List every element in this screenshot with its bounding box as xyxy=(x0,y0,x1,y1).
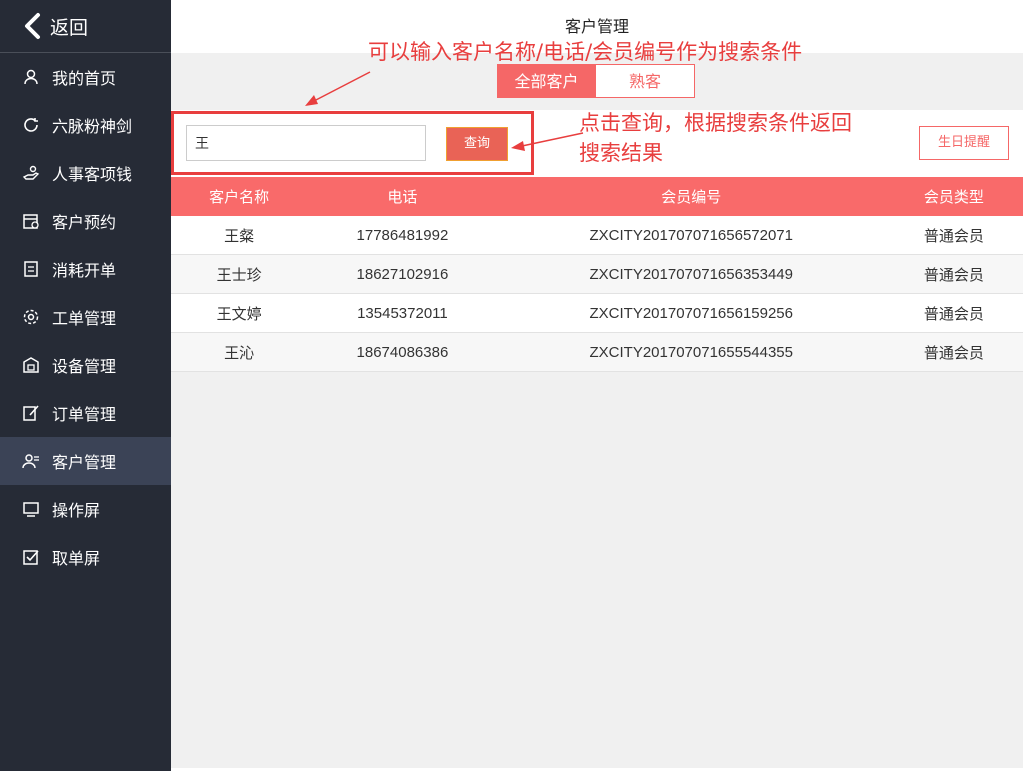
customer-table: 客户名称 电话 会员编号 会员类型 王粲 17786481992 ZXCITY201… xyxy=(171,177,1023,372)
customer-tabs: 全部客户 熟客 xyxy=(497,64,695,98)
sidebar-item[interactable]: 人事客项钱 xyxy=(0,149,171,197)
sidebar-item[interactable]: 工单管理 xyxy=(0,293,171,341)
document-icon xyxy=(24,261,38,277)
table-cell: 18674086386 xyxy=(307,332,498,372)
annotation-query-hint-line2: 搜索结果 xyxy=(579,141,663,165)
checkbox-icon xyxy=(23,550,39,565)
sidebar: 返回 我的首页六脉粉神剑人事客项钱客户预约消耗开单工单管理设备管理订单管理客户管… xyxy=(0,0,171,771)
back-button[interactable]: 返回 xyxy=(0,0,171,53)
table-cell: 王沁 xyxy=(171,332,308,372)
sidebar-item[interactable]: 订单管理 xyxy=(0,389,171,437)
table-row[interactable]: 王粲 17786481992 ZXCITY201707071656572071 普通会… xyxy=(171,216,1023,255)
tab-all-customers[interactable]: 全部客户 xyxy=(497,64,596,98)
table-row[interactable]: 王沁 18674086386 ZXCITY201707071655544355 普通会… xyxy=(171,332,1023,372)
hand-money-icon xyxy=(22,165,40,180)
annotation-highlight-box xyxy=(171,111,534,175)
table-cell: 普通会员 xyxy=(884,332,1023,372)
users-icon xyxy=(22,454,39,469)
back-label: 返回 xyxy=(50,16,89,39)
table-cell: 王文婷 xyxy=(171,293,308,333)
table-cell: 13545372011 xyxy=(307,293,498,333)
sidebar-item-label: 设备管理 xyxy=(52,357,117,376)
table-header-row: 客户名称 电话 会员编号 会员类型 xyxy=(171,177,1023,216)
sidebar-item-label: 我的首页 xyxy=(52,69,117,88)
sidebar-item-label: 操作屏 xyxy=(52,501,101,520)
sidebar-item-label: 订单管理 xyxy=(52,405,117,424)
calendar-icon xyxy=(23,214,39,229)
table-cell: ZXCITY201707071656572071 xyxy=(497,216,885,255)
sidebar-item[interactable]: 客户管理 xyxy=(0,437,171,485)
table-cell: 普通会员 xyxy=(884,293,1023,333)
sidebar-item[interactable]: 操作屏 xyxy=(0,485,171,533)
column-header: 客户名称 xyxy=(171,177,308,216)
sidebar-item[interactable]: 消耗开单 xyxy=(0,245,171,293)
table-cell: 普通会员 xyxy=(884,216,1023,255)
column-header: 会员编号 xyxy=(497,177,885,216)
table-row[interactable]: 王士珍 18627102916 ZXCITY201707071656353449 普通… xyxy=(171,254,1023,294)
sidebar-item-label: 六脉粉神剑 xyxy=(52,117,133,136)
gear-icon xyxy=(23,309,39,325)
sidebar-item[interactable]: 客户预约 xyxy=(0,197,171,245)
sidebar-item-label: 取单屏 xyxy=(52,549,101,568)
table-cell: 王粲 xyxy=(171,216,308,255)
table-row[interactable]: 王文婷 13545372011 ZXCITY201707071656159256 普通… xyxy=(171,293,1023,333)
refresh-icon xyxy=(24,118,38,132)
birthday-reminder-button[interactable]: 生日提醒 xyxy=(919,126,1009,160)
building-icon xyxy=(23,357,39,373)
sidebar-item[interactable]: 我的首页 xyxy=(0,53,171,101)
column-header: 电话 xyxy=(307,177,498,216)
user-icon xyxy=(24,69,38,85)
table-cell: ZXCITY201707071656353449 xyxy=(497,254,885,294)
sidebar-item-label: 客户预约 xyxy=(52,213,117,232)
table-cell: 18627102916 xyxy=(307,254,498,294)
sidebar-item[interactable]: 设备管理 xyxy=(0,341,171,389)
column-header: 会员类型 xyxy=(884,177,1023,216)
sidebar-item[interactable]: 取单屏 xyxy=(0,533,171,581)
annotation-query-hint-line1: 点击查询，根据搜索条件返回 xyxy=(579,111,852,135)
table-cell: 普通会员 xyxy=(884,254,1023,294)
sidebar-item[interactable]: 六脉粉神剑 xyxy=(0,101,171,149)
tab-familiar-customers[interactable]: 熟客 xyxy=(596,64,695,98)
table-cell: 17786481992 xyxy=(307,216,498,255)
edit-icon xyxy=(23,405,39,421)
table-cell: ZXCITY201707071655544355 xyxy=(497,332,885,372)
monitor-icon xyxy=(23,502,39,517)
sidebar-item-label: 客户管理 xyxy=(52,453,117,472)
chevron-left-icon xyxy=(25,13,40,39)
sidebar-item-label: 消耗开单 xyxy=(52,261,117,280)
annotation-search-hint: 可以输入客户名称/电话/会员编号作为搜索条件 xyxy=(368,40,803,64)
table-cell: ZXCITY201707071656159256 xyxy=(497,293,885,333)
table-cell: 王士珍 xyxy=(171,254,308,294)
sidebar-item-label: 人事客项钱 xyxy=(52,165,133,184)
sidebar-item-label: 工单管理 xyxy=(52,309,117,328)
